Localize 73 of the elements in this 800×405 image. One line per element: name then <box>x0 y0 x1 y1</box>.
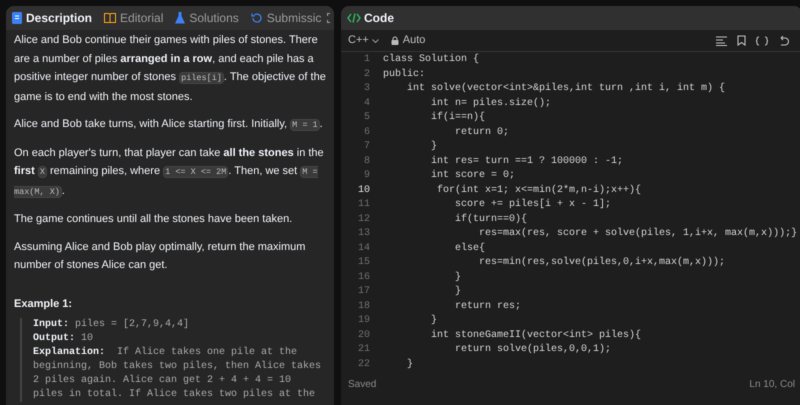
description-paragraph: Alice and Bob take turns, with Alice starting first. Initially, M = 1 . <box>14 117 324 133</box>
line-number: 14 <box>356 242 370 256</box>
line-number: 4 <box>362 96 370 110</box>
line-number: 17 <box>356 285 370 299</box>
line-number: 16 <box>356 270 370 284</box>
example-line: Output: 10 <box>33 332 94 346</box>
line-number: 22 <box>356 358 370 371</box>
line-number: 5 <box>362 111 370 125</box>
code-line: return 0; <box>454 126 510 140</box>
code-line: return res; <box>454 300 522 314</box>
example-line: Explanation: If Alice takes one pile at the beginning, Bob takes two piles, then Alice takes 2 piles again. Alice can get 2 + 4 + 4 = 10 piles in total. If Alice takes two piles at the <box>33 346 322 402</box>
flask-icon <box>175 12 186 24</box>
code-line: if(i==n){ <box>430 111 486 125</box>
line-number: 1 <box>362 53 370 67</box>
cursor-position: Ln 10, Col <box>749 378 795 392</box>
language-dropdown[interactable]: C++ <box>348 32 379 49</box>
book-icon <box>104 13 116 23</box>
line-number: 21 <box>356 343 370 357</box>
line-number: 6 <box>362 126 370 140</box>
code-line: int stoneGameII(vector<int> piles){ <box>430 328 642 342</box>
history-icon <box>250 12 263 24</box>
example-title: Example 1: <box>14 296 74 312</box>
code-line: int n= piles.size(); <box>430 96 552 110</box>
description-paragraph: On each player's turn, that player can take all the stones in the first X remaining piles, where 1 <= X <= 2M . Then, we set M = max(M, X) . <box>14 146 325 200</box>
line-number: 13 <box>356 227 370 241</box>
undo-icon[interactable] <box>778 36 789 46</box>
panel-title: Code <box>364 10 394 27</box>
code-icon <box>347 13 361 23</box>
line-number: 11 <box>356 198 370 212</box>
line-number: 7 <box>362 140 370 154</box>
document-icon <box>12 12 22 24</box>
line-number: 2 <box>362 68 370 82</box>
code-line: } <box>430 314 438 328</box>
braces-icon[interactable] <box>756 36 768 46</box>
description-paragraph: Assuming Alice and Bob play optimally, return the maximum number of stones Alice can get. <box>14 240 306 273</box>
code-line: return solve(piles,0,0,1); <box>454 343 612 357</box>
line-number: 3 <box>362 82 370 96</box>
code-line: public: <box>383 68 426 82</box>
bookmark-icon[interactable] <box>737 35 746 46</box>
panel-tab[interactable]: Submissic <box>250 9 322 27</box>
code-line: for(int x=1; x<=min(2*m,n-i);x++){ <box>436 184 642 198</box>
panel-tab[interactable]: Description <box>12 9 92 27</box>
code-line: } <box>430 140 438 154</box>
line-number: 18 <box>356 300 370 314</box>
lock-icon <box>390 36 399 45</box>
line-number: 10 <box>356 184 370 198</box>
code-line: int score = 0; <box>430 169 516 183</box>
format-icon[interactable] <box>716 36 727 46</box>
description-paragraph: Alice and Bob continue their games with piles of stones. There are a number of piles arranged in a row, and each pile has a positive integer number of stones piles[i] . The objective of the game is to end with the most stones. <box>14 33 326 104</box>
code-line: } <box>406 358 414 371</box>
code-line: int solve(vector<int>&piles,int turn ,int i, int m) { <box>406 82 726 96</box>
code-line: res=max(res, score + solve(piles, 1,i+x, max(m,x)));} <box>478 227 798 241</box>
line-number: 12 <box>356 212 370 226</box>
line-number: 9 <box>362 169 370 183</box>
line-number: 19 <box>356 314 370 328</box>
mode-label: Auto <box>402 33 426 48</box>
save-status: Saved <box>348 378 376 392</box>
line-number: 8 <box>362 154 370 168</box>
code-line: } <box>454 270 462 284</box>
code-line: if(turn==0){ <box>454 212 528 226</box>
description-paragraph: The game continues until all the stones have been taken. <box>14 212 294 227</box>
line-number: 15 <box>356 256 370 270</box>
code-line: res=min(res,solve(piles,0,i+x,max(m,x))); <box>478 256 726 270</box>
code-line: else{ <box>454 242 486 256</box>
panel-tab[interactable]: Editorial <box>104 9 164 27</box>
chevron-down-icon <box>372 38 379 42</box>
example-line: Input: piles = [2,7,9,4,4] <box>33 318 190 332</box>
code-line: int res= turn ==1 ? 100000 : -1; <box>430 154 624 168</box>
code-line: class Solution { <box>383 53 480 67</box>
line-number: 20 <box>356 328 370 342</box>
panel-tab[interactable]: Solutions <box>175 9 239 27</box>
code-line: } <box>454 285 462 299</box>
code-line: score += piles[i + x - 1]; <box>454 198 612 212</box>
